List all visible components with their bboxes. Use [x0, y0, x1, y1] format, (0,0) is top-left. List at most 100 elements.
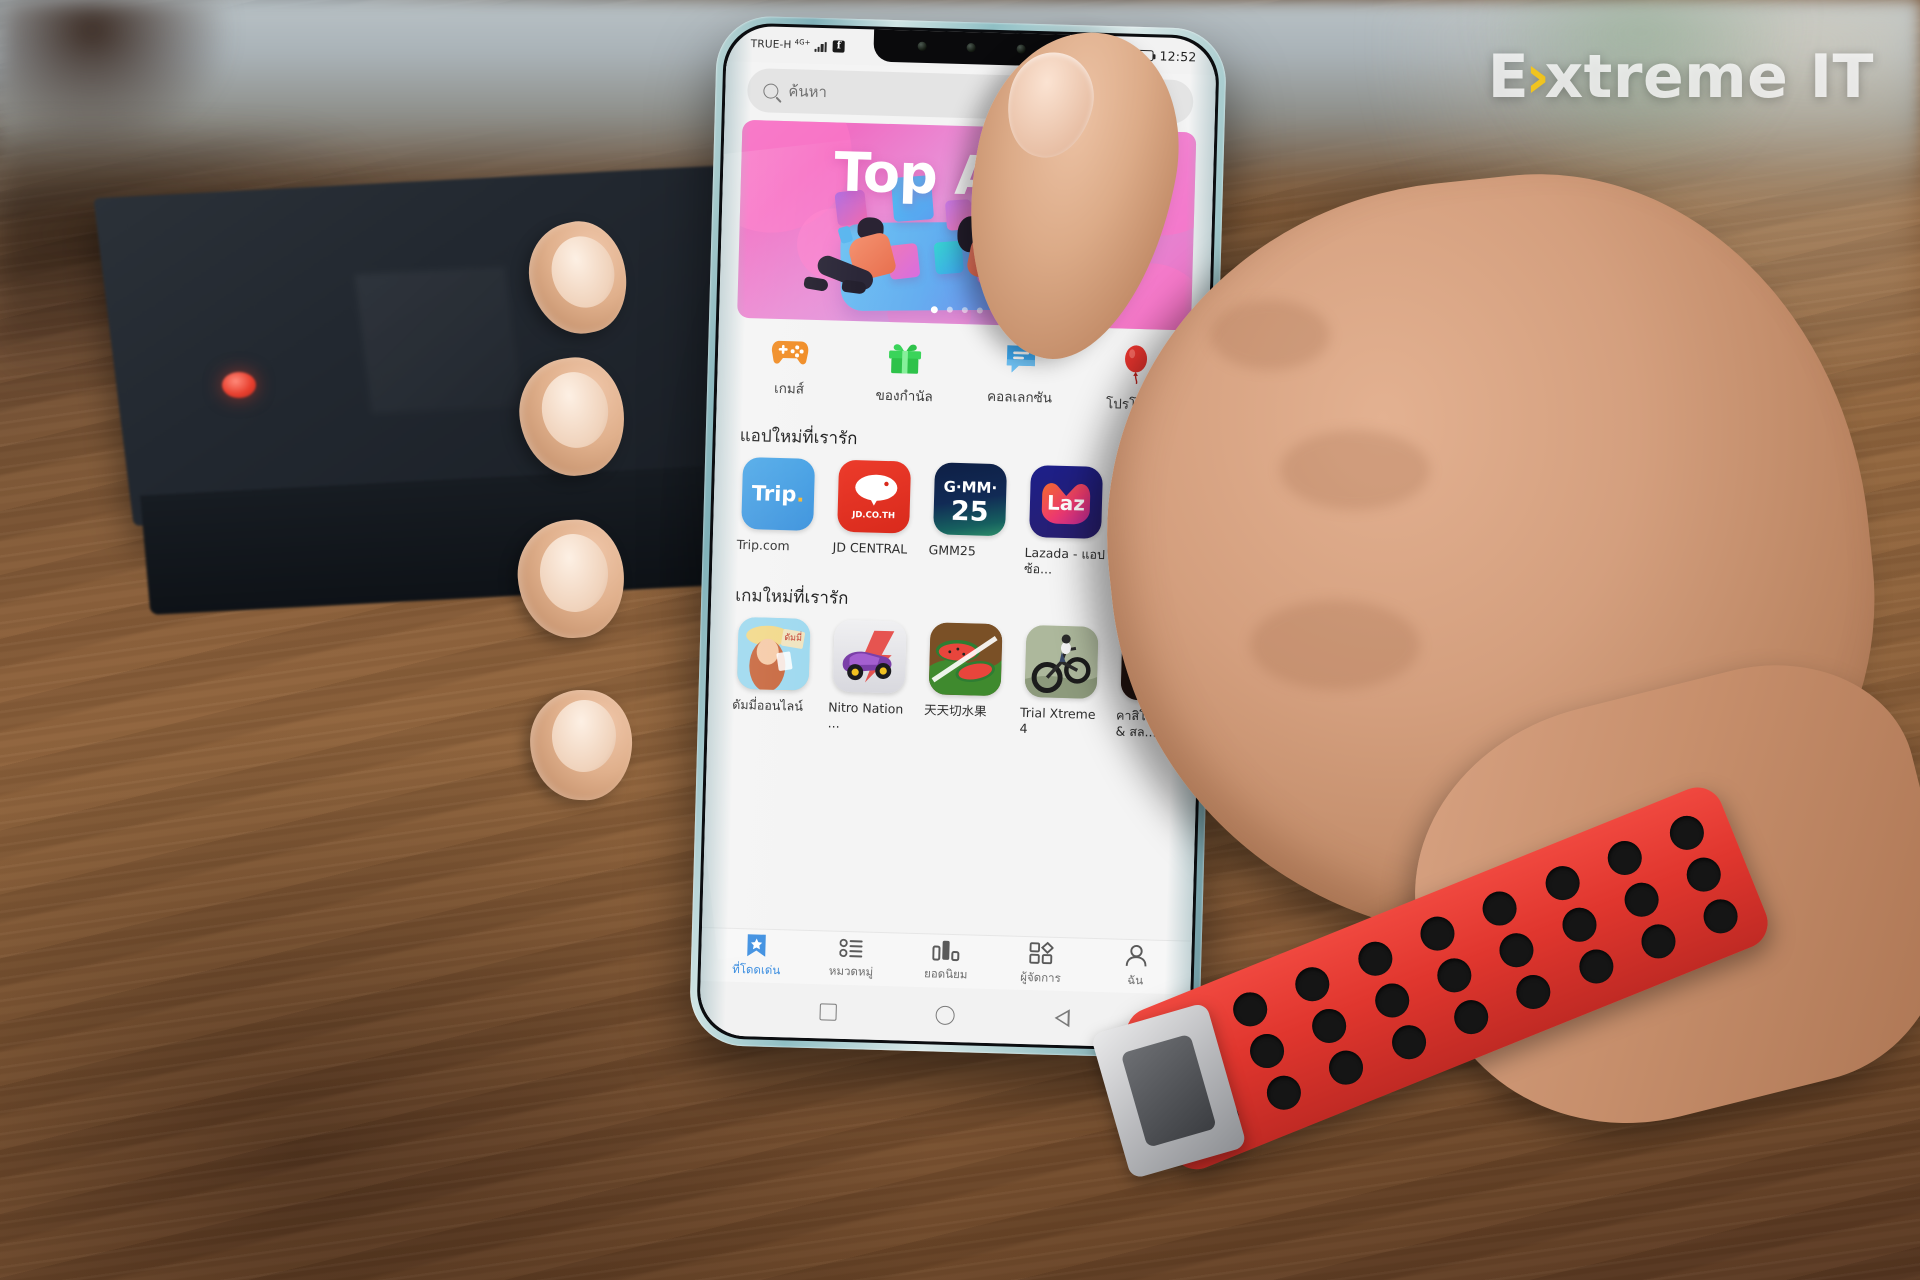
game-item-nitro-nation[interactable]: Nitro Nation ... — [826, 619, 913, 734]
smartphone-device: TRUE-H 4G+ f N )( 12:52 ค้นหา Top Apps เ… — [688, 15, 1228, 1059]
status-bar-left: TRUE-H 4G+ f — [751, 38, 846, 53]
nav-item-featured[interactable]: ที่โดดเด่น — [715, 932, 798, 980]
section-more-link[interactable]: เพิ่มเติม — [1121, 435, 1184, 459]
facebook-icon: f — [832, 40, 846, 53]
lazada-app-icon: Laz — [1029, 465, 1104, 539]
balloon-icon — [1125, 345, 1148, 385]
person-icon — [1125, 944, 1147, 966]
phone-screen-bezel: TRUE-H 4G+ f N )( 12:52 ค้นหา Top Apps เ… — [695, 22, 1221, 1052]
svg-text:JD.CO.TH: JD.CO.TH — [851, 510, 895, 521]
top-apps-banner[interactable]: Top Apps — [737, 119, 1197, 331]
section-more-label: เพิ่มเติม — [1121, 438, 1168, 456]
app-name: GMM25 — [928, 542, 976, 559]
category-label: คอลเลกซัน — [986, 388, 1053, 407]
phone-screen: TRUE-H 4G+ f N )( 12:52 ค้นหา Top Apps เ… — [698, 25, 1218, 1049]
battery-icon — [1131, 49, 1154, 61]
banner-dot-active[interactable] — [930, 306, 938, 314]
category-item-promotion[interactable]: โปรโมชั่น — [1092, 344, 1178, 416]
bookmark-star-icon — [747, 933, 767, 957]
game-item-dummy-online[interactable]: ดัมมี่ ดัมมี่ออนไลน์ — [730, 617, 817, 731]
casino-thai-game-icon: 77 — [1120, 627, 1195, 702]
banner-dot[interactable] — [946, 306, 953, 313]
nav-item-manager[interactable]: ผู้จัดการ — [999, 940, 1082, 988]
app-name: Lazada - แอปซ้อ... — [1023, 544, 1106, 577]
game-item-fruit-ninja[interactable]: 天天切水果 — [921, 622, 1008, 736]
watermark-extreme-it: E › xtreme IT — [1488, 42, 1874, 112]
vibrate-icon: )( — [1110, 48, 1126, 61]
nav-label: ยอดนิยม — [923, 965, 968, 981]
nav-item-top[interactable]: ยอดนิยม — [905, 938, 988, 984]
app-name: คาสิโนไทย ส & สล... — [1115, 707, 1189, 740]
app-name: JD CENTRAL — [832, 539, 908, 557]
section-more-link[interactable]: เพิ่มเติม — [1116, 595, 1179, 619]
blurred-background-dark-left — [0, 0, 230, 150]
app-name: TrueMoney W... — [1119, 547, 1189, 579]
nav-item-me[interactable]: ฉัน — [1094, 942, 1177, 990]
banner-dot[interactable] — [961, 307, 968, 314]
banner-title: Top Apps — [833, 140, 1103, 211]
app-item-jd-central[interactable]: JD.CO.TH JD CENTRAL — [830, 459, 917, 573]
app-name: ดัมมี่ออนไลน์ — [732, 697, 804, 714]
front-camera-icon — [917, 41, 927, 51]
svg-text:G·MM·: G·MM· — [943, 478, 997, 497]
app-name: Nitro Nation ... — [827, 699, 904, 731]
app-item-lazada[interactable]: Laz Lazada - แอปซ้อ... — [1022, 465, 1109, 579]
red-lens-flare-dot — [222, 372, 256, 398]
clock-label: 12:52 — [1159, 47, 1197, 64]
status-bar-right: N )( 12:52 — [1091, 46, 1197, 64]
dummy-online-game-icon: ดัมมี่ — [736, 617, 811, 692]
manager-shapes-icon — [1029, 941, 1054, 964]
svg-text:77: 77 — [1139, 635, 1176, 666]
search-placeholder: ค้นหา — [788, 82, 828, 102]
carrier-label: TRUE-H — [750, 38, 792, 52]
collection-speech-bubble-icon — [1006, 345, 1036, 373]
trial-xtreme-4-game-icon — [1024, 625, 1099, 700]
category-label: เกมส์ — [773, 380, 805, 398]
phone-frame: TRUE-H 4G+ f N )( 12:52 ค้นหา Top Apps เ… — [688, 15, 1228, 1059]
chevron-right-icon — [1171, 441, 1184, 454]
game-item-casino-thai[interactable]: 77 คาสิโนไทย ส & สล... — [1113, 627, 1200, 742]
sensor-icon — [967, 42, 977, 52]
new-games-row: ดัมมี่ ดัมมี่ออนไลน์ Nitro Nation ... 天天… — [726, 617, 1195, 741]
banner-dot[interactable] — [976, 307, 983, 314]
jd-central-app-icon: JD.CO.TH — [837, 459, 912, 534]
watermark-part1: E — [1487, 42, 1530, 112]
signal-bars-icon — [814, 40, 828, 52]
product-box-logo — [354, 266, 522, 414]
nav-label: ฉัน — [1127, 972, 1144, 987]
bar-chart-ranking-icon — [932, 940, 960, 961]
nitro-nation-game-icon — [832, 619, 907, 694]
section-more-label: เพิ่มเติม — [1116, 598, 1164, 616]
search-input[interactable]: ค้นหา — [746, 67, 1194, 125]
app-gallery-content: ค้นหา Top Apps เกมส์ ของกำนัล คอลเลกซัน … — [702, 61, 1216, 941]
fruit-ninja-game-icon — [928, 622, 1003, 697]
back-triangle-icon[interactable] — [1054, 1009, 1069, 1027]
home-circle-icon[interactable] — [935, 1005, 956, 1025]
recents-square-icon[interactable] — [819, 1002, 837, 1021]
game-item-trial-xtreme-4[interactable]: Trial Xtreme 4 — [1017, 625, 1104, 739]
app-name: 天天切水果 — [923, 702, 987, 720]
app-name: Trip.com — [736, 536, 790, 554]
banner-dot[interactable] — [991, 307, 998, 315]
svg-text:money: money — [1166, 524, 1194, 534]
app-item-gmm25[interactable]: G·MM· 25 GMM25 — [926, 462, 1013, 576]
svg-text:Laz: Laz — [1047, 490, 1086, 515]
gamepad-icon — [771, 340, 809, 365]
category-item-collection[interactable]: คอลเลกซัน — [977, 341, 1063, 413]
banner-blob — [1087, 261, 1197, 331]
section-title: แอปใหม่ที่เรารัก — [739, 425, 858, 450]
category-item-gifts[interactable]: ของกำนัล — [862, 337, 948, 409]
app-item-trip-com[interactable]: Trip. Trip.com — [734, 456, 821, 571]
category-item-games[interactable]: เกมส์ — [747, 334, 833, 406]
app-item-truemoney[interactable]: true money TrueMoney W... — [1118, 467, 1205, 582]
nav-label: หมวดหมู่ — [828, 963, 874, 979]
gift-icon — [889, 344, 922, 374]
search-icon — [763, 82, 779, 99]
category-quick-links: เกมส์ ของกำนัล คอลเลกซัน โปรโมชั่น — [735, 332, 1191, 421]
list-categories-icon — [839, 938, 863, 957]
app-name: Trial Xtreme 4 — [1019, 705, 1096, 736]
network-type-label: 4G+ — [794, 38, 811, 47]
new-apps-row: Trip. Trip.com JD.CO.TH JD CENTRAL G·MM·… — [730, 456, 1199, 581]
category-label: โปรโมชั่น — [1105, 396, 1164, 414]
nav-item-categories[interactable]: หมวดหมู่ — [810, 936, 893, 982]
